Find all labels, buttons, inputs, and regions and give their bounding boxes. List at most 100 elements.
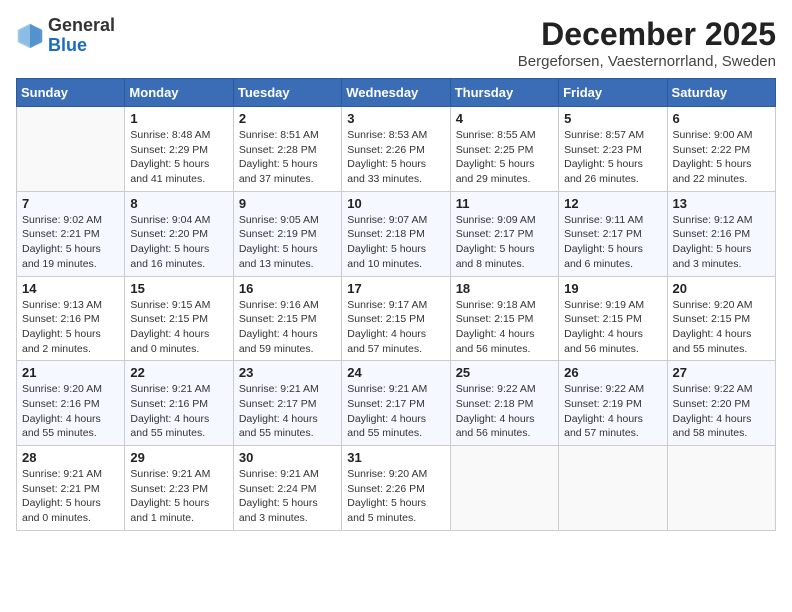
calendar: SundayMondayTuesdayWednesdayThursdayFrid… [16, 78, 776, 531]
weekday-header-thursday: Thursday [450, 79, 558, 107]
logo-icon [16, 22, 44, 50]
day-number: 19 [564, 281, 661, 296]
calendar-cell: 26 Sunrise: 9:22 AM Sunset: 2:19 PM Dayli… [559, 361, 667, 446]
day-number: 27 [673, 365, 770, 380]
day-number: 16 [239, 281, 336, 296]
day-number: 12 [564, 196, 661, 211]
calendar-body: 1 Sunrise: 8:48 AM Sunset: 2:29 PM Daylig… [17, 107, 776, 531]
day-number: 24 [347, 365, 444, 380]
header: General Blue December 2025 Bergeforsen, … [16, 16, 776, 70]
calendar-cell: 6Sunrise: 9:00 AM Sunset: 2:22 PM Daylig… [667, 107, 775, 192]
calendar-cell: 14Sunrise: 9:13 AM Sunset: 2:16 PM Dayli… [17, 276, 125, 361]
calendar-cell [450, 446, 558, 531]
day-info: Sunrise: 9:02 AM Sunset: 2:21 PM Dayligh… [22, 213, 119, 272]
weekday-header-monday: Monday [125, 79, 233, 107]
calendar-cell: 3 Sunrise: 8:53 AM Sunset: 2:26 PM Daylig… [342, 107, 450, 192]
day-info: Sunrise: 9:16 AM Sunset: 2:15 PM Dayligh… [239, 298, 336, 357]
week-row-4: 21Sunrise: 9:20 AM Sunset: 2:16 PM Dayli… [17, 361, 776, 446]
weekday-header-friday: Friday [559, 79, 667, 107]
month-title: December 2025 [518, 16, 776, 53]
day-number: 2 [239, 111, 336, 126]
day-number: 17 [347, 281, 444, 296]
day-info: Sunrise: 8:53 AM Sunset: 2:26 PM Dayligh… [347, 128, 444, 187]
day-number: 28 [22, 450, 119, 465]
logo: General Blue [16, 16, 115, 56]
calendar-cell: 7 Sunrise: 9:02 AM Sunset: 2:21 PM Daylig… [17, 191, 125, 276]
weekday-header-sunday: Sunday [17, 79, 125, 107]
logo-blue: Blue [48, 35, 87, 55]
calendar-cell: 18 Sunrise: 9:18 AM Sunset: 2:15 PM Dayli… [450, 276, 558, 361]
day-number: 5 [564, 111, 661, 126]
calendar-cell: 13 Sunrise: 9:12 AM Sunset: 2:16 PM Dayli… [667, 191, 775, 276]
day-number: 31 [347, 450, 444, 465]
day-info: Sunrise: 9:18 AM Sunset: 2:15 PM Dayligh… [456, 298, 553, 357]
day-number: 7 [22, 196, 119, 211]
day-info: Sunrise: 9:12 AM Sunset: 2:16 PM Dayligh… [673, 213, 770, 272]
calendar-cell [559, 446, 667, 531]
day-info: Sunrise: 9:22 AM Sunset: 2:19 PM Dayligh… [564, 382, 661, 441]
calendar-cell: 11 Sunrise: 9:09 AM Sunset: 2:17 PM Dayli… [450, 191, 558, 276]
day-info: Sunrise: 9:21 AM Sunset: 2:23 PM Dayligh… [130, 467, 227, 526]
day-number: 30 [239, 450, 336, 465]
calendar-cell: 31 Sunrise: 9:20 AM Sunset: 2:26 PM Dayli… [342, 446, 450, 531]
calendar-cell: 16 Sunrise: 9:16 AM Sunset: 2:15 PM Dayli… [233, 276, 341, 361]
calendar-cell: 9 Sunrise: 9:05 AM Sunset: 2:19 PM Daylig… [233, 191, 341, 276]
calendar-cell: 20Sunrise: 9:20 AM Sunset: 2:15 PM Dayli… [667, 276, 775, 361]
location-subtitle: Bergeforsen, Vaesternorrland, Sweden [518, 53, 776, 70]
day-number: 22 [130, 365, 227, 380]
calendar-cell: 24 Sunrise: 9:21 AM Sunset: 2:17 PM Dayli… [342, 361, 450, 446]
calendar-cell: 8 Sunrise: 9:04 AM Sunset: 2:20 PM Daylig… [125, 191, 233, 276]
calendar-cell: 1 Sunrise: 8:48 AM Sunset: 2:29 PM Daylig… [125, 107, 233, 192]
day-info: Sunrise: 9:09 AM Sunset: 2:17 PM Dayligh… [456, 213, 553, 272]
calendar-cell [17, 107, 125, 192]
day-info: Sunrise: 9:15 AM Sunset: 2:15 PM Dayligh… [130, 298, 227, 357]
day-number: 11 [456, 196, 553, 211]
week-row-2: 7 Sunrise: 9:02 AM Sunset: 2:21 PM Daylig… [17, 191, 776, 276]
day-number: 29 [130, 450, 227, 465]
day-number: 10 [347, 196, 444, 211]
day-number: 18 [456, 281, 553, 296]
calendar-cell: 2Sunrise: 8:51 AM Sunset: 2:28 PM Daylig… [233, 107, 341, 192]
day-info: Sunrise: 8:55 AM Sunset: 2:25 PM Dayligh… [456, 128, 553, 187]
logo-general: General [48, 15, 115, 35]
day-number: 1 [130, 111, 227, 126]
day-number: 8 [130, 196, 227, 211]
day-info: Sunrise: 9:20 AM Sunset: 2:15 PM Dayligh… [673, 298, 770, 357]
calendar-cell: 30 Sunrise: 9:21 AM Sunset: 2:24 PM Dayli… [233, 446, 341, 531]
day-info: Sunrise: 9:21 AM Sunset: 2:17 PM Dayligh… [347, 382, 444, 441]
calendar-cell: 21Sunrise: 9:20 AM Sunset: 2:16 PM Dayli… [17, 361, 125, 446]
day-number: 21 [22, 365, 119, 380]
weekday-header-tuesday: Tuesday [233, 79, 341, 107]
calendar-cell: 4 Sunrise: 8:55 AM Sunset: 2:25 PM Daylig… [450, 107, 558, 192]
day-info: Sunrise: 9:04 AM Sunset: 2:20 PM Dayligh… [130, 213, 227, 272]
calendar-cell: 17 Sunrise: 9:17 AM Sunset: 2:15 PM Dayli… [342, 276, 450, 361]
day-info: Sunrise: 9:00 AM Sunset: 2:22 PM Dayligh… [673, 128, 770, 187]
day-info: Sunrise: 9:07 AM Sunset: 2:18 PM Dayligh… [347, 213, 444, 272]
day-info: Sunrise: 9:05 AM Sunset: 2:19 PM Dayligh… [239, 213, 336, 272]
calendar-cell: 5 Sunrise: 8:57 AM Sunset: 2:23 PM Daylig… [559, 107, 667, 192]
calendar-cell: 22Sunrise: 9:21 AM Sunset: 2:16 PM Dayli… [125, 361, 233, 446]
day-info: Sunrise: 9:22 AM Sunset: 2:20 PM Dayligh… [673, 382, 770, 441]
day-info: Sunrise: 9:20 AM Sunset: 2:26 PM Dayligh… [347, 467, 444, 526]
day-info: Sunrise: 8:57 AM Sunset: 2:23 PM Dayligh… [564, 128, 661, 187]
day-number: 25 [456, 365, 553, 380]
day-number: 3 [347, 111, 444, 126]
calendar-cell: 10 Sunrise: 9:07 AM Sunset: 2:18 PM Dayli… [342, 191, 450, 276]
calendar-cell: 19Sunrise: 9:19 AM Sunset: 2:15 PM Dayli… [559, 276, 667, 361]
calendar-cell: 23 Sunrise: 9:21 AM Sunset: 2:17 PM Dayli… [233, 361, 341, 446]
day-number: 15 [130, 281, 227, 296]
day-info: Sunrise: 9:17 AM Sunset: 2:15 PM Dayligh… [347, 298, 444, 357]
calendar-cell: 25 Sunrise: 9:22 AM Sunset: 2:18 PM Dayli… [450, 361, 558, 446]
day-info: Sunrise: 9:21 AM Sunset: 2:17 PM Dayligh… [239, 382, 336, 441]
day-number: 9 [239, 196, 336, 211]
day-number: 23 [239, 365, 336, 380]
day-number: 4 [456, 111, 553, 126]
day-number: 14 [22, 281, 119, 296]
day-info: Sunrise: 9:22 AM Sunset: 2:18 PM Dayligh… [456, 382, 553, 441]
day-info: Sunrise: 9:11 AM Sunset: 2:17 PM Dayligh… [564, 213, 661, 272]
day-info: Sunrise: 8:48 AM Sunset: 2:29 PM Dayligh… [130, 128, 227, 187]
calendar-cell: 27 Sunrise: 9:22 AM Sunset: 2:20 PM Dayli… [667, 361, 775, 446]
day-number: 13 [673, 196, 770, 211]
day-number: 26 [564, 365, 661, 380]
day-info: Sunrise: 9:21 AM Sunset: 2:24 PM Dayligh… [239, 467, 336, 526]
